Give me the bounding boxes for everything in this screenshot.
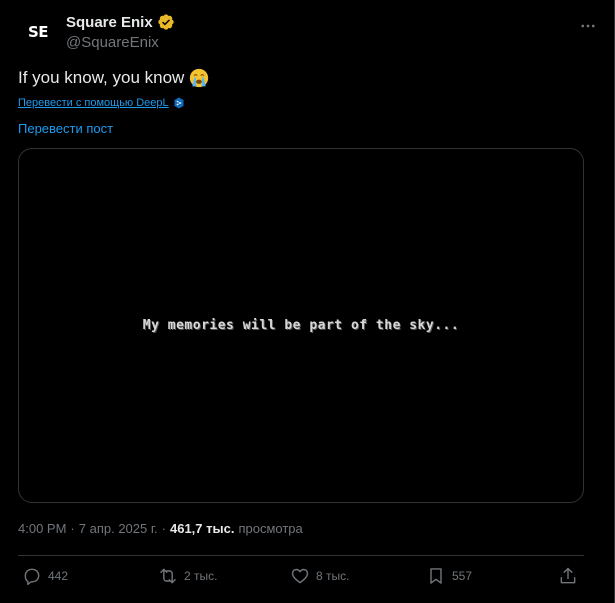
repost-button[interactable]: 2 тыс. xyxy=(158,566,217,586)
more-icon[interactable] xyxy=(578,16,598,36)
bookmark-count: 557 xyxy=(452,569,473,583)
like-icon[interactable] xyxy=(290,566,310,586)
reply-count: 442 xyxy=(48,569,69,583)
deepl-icon xyxy=(174,97,184,109)
like-button[interactable]: 8 тыс. xyxy=(290,566,349,586)
avatar[interactable]: SE xyxy=(18,12,58,52)
reply-button[interactable]: 442 xyxy=(22,566,68,586)
crying-emoji-icon xyxy=(190,68,209,88)
share-icon[interactable] xyxy=(558,566,578,586)
author-name-row[interactable]: Square Enix xyxy=(66,13,175,31)
meta-separator: · xyxy=(70,521,75,536)
tweet-header: SE Square Enix @SquareEnix xyxy=(18,10,598,54)
bookmark-button[interactable]: 557 xyxy=(426,566,472,586)
tweet-date[interactable]: 7 апр. 2025 г. xyxy=(79,521,158,536)
share-button[interactable] xyxy=(558,566,578,586)
bookmark-icon[interactable] xyxy=(426,566,446,586)
tweet-text-row: If you know, you know xyxy=(18,68,209,88)
author-name[interactable]: Square Enix xyxy=(66,14,153,31)
views-label: просмотра xyxy=(238,521,303,536)
deepl-translate-link[interactable]: Перевести с помощью DeepL xyxy=(18,97,185,109)
views-count[interactable]: 461,7 тыс. xyxy=(170,521,234,536)
tweet-time[interactable]: 4:00 PM xyxy=(18,521,66,536)
repost-icon[interactable] xyxy=(158,566,178,586)
avatar-logo-text: SE xyxy=(27,23,49,41)
tweet-media[interactable]: My memories will be part of the sky... xyxy=(18,148,584,503)
deepl-link-label[interactable]: Перевести с помощью DeepL xyxy=(18,97,169,109)
divider xyxy=(18,555,584,556)
verified-badge-icon[interactable] xyxy=(157,13,175,31)
like-count: 8 тыс. xyxy=(316,569,350,583)
translate-post-link[interactable]: Перевести пост xyxy=(18,121,113,136)
repost-count: 2 тыс. xyxy=(184,569,218,583)
tweet-meta: 4:00 PM · 7 апр. 2025 г. · 461,7 тыс. пр… xyxy=(18,521,303,536)
reply-icon[interactable] xyxy=(22,566,42,586)
author-handle[interactable]: @SquareEnix xyxy=(66,34,159,51)
media-caption: My memories will be part of the sky... xyxy=(142,318,460,333)
tweet-text: If you know, you know xyxy=(18,68,185,87)
action-bar: 442 2 тыс. 8 тыс. 557 xyxy=(18,566,584,592)
meta-separator: · xyxy=(161,521,166,536)
